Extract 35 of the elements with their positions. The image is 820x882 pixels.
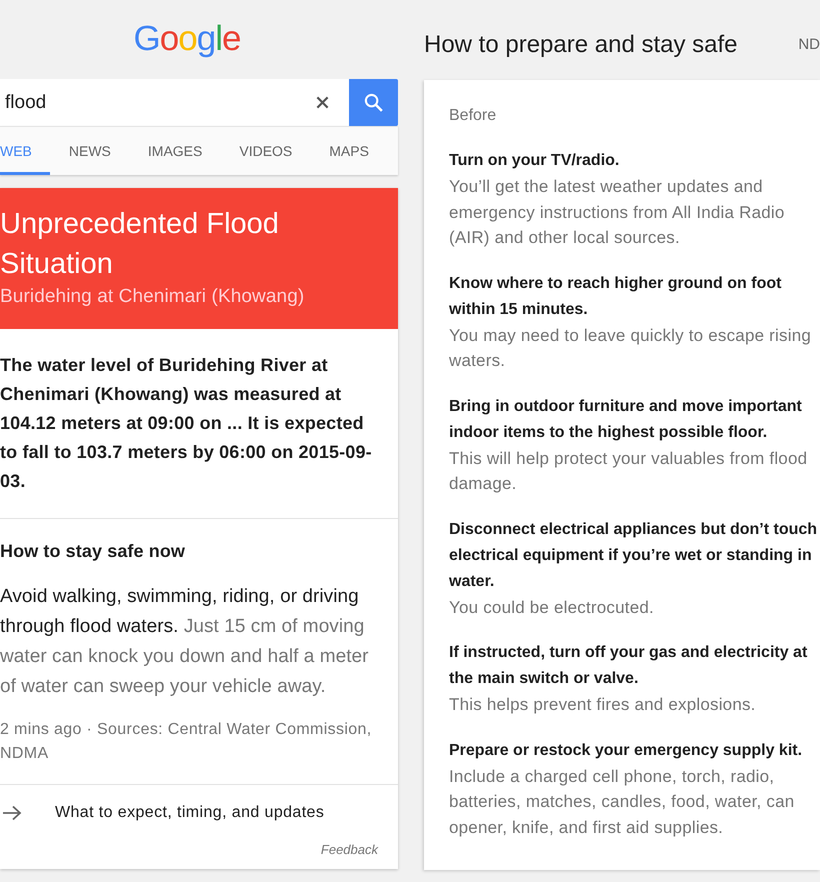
tab[interactable]: WEB <box>0 127 50 175</box>
more-info-link[interactable]: What to expect, timing, and updates <box>0 785 398 841</box>
arrow-icon <box>2 805 22 821</box>
step-title: Disconnect electrical appliances but don’t touch electrical equipment if you’re wet or standing in water. <box>449 520 818 592</box>
section-title: How to prepare and stay safe <box>424 30 738 60</box>
tab[interactable]: IMAGES <box>129 127 221 175</box>
step-detail: This helps prevent fires and explosions. <box>449 694 757 716</box>
search-icon <box>364 93 383 112</box>
step-detail: This will help protect your valuables from flood damage. <box>449 448 808 495</box>
step-title: Turn on your TV/radio. <box>449 151 620 171</box>
safety-advice: Avoid walking, swimming, riding, or driving through flood waters. Just 15 cm of moving water can knock you down and half a meter of water can sweep your vehicle away. <box>0 585 370 699</box>
cut-off-label: ND <box>798 35 820 55</box>
search-button[interactable] <box>349 79 398 126</box>
clear-button[interactable] <box>309 79 349 126</box>
step-title: Bring in outdoor furniture and move important indoor items to the highest possible floor. <box>449 396 803 442</box>
tab[interactable]: VIDEOS <box>220 127 311 175</box>
close-icon <box>316 96 329 109</box>
google-logo: Google <box>134 18 240 60</box>
step-title: Prepare or restock your emergency supply kit. <box>449 740 804 760</box>
step-detail: You could be electrocuted. <box>449 596 655 618</box>
search-field[interactable]: flood <box>0 79 309 126</box>
alert-title: Unprecedented Flood Situation <box>0 207 280 282</box>
section-heading: How to stay safe now <box>0 540 186 563</box>
alert-summary: The water level of Buridehing River at Chenimari (Khowang) was measured at 104.12 meters at 09:00 on ... It is expected to fall to 103.7 meters by 06:00 on 2015-09-03. <box>0 354 373 493</box>
step-detail: You’ll get the latest weather updates and emergency instructions from All India Radio (AIR) and other local sources. <box>449 176 786 249</box>
tab[interactable]: NEWS <box>50 127 130 175</box>
step-detail: You may need to leave quickly to escape rising waters. <box>449 324 812 372</box>
step-title: If instructed, turn off your gas and electricity at the main switch or valve. <box>449 643 808 689</box>
sources-text: 2 mins ago · Sources: Central Water Commission, NDMA <box>0 720 373 764</box>
phase-label: Before <box>449 106 498 126</box>
step-title: Know where to reach higher ground on foot within 15 minutes. <box>449 274 782 320</box>
tab[interactable]: MAPS <box>310 127 388 175</box>
alert-location: Buridehing at Chenimari (Khowang) <box>0 285 306 309</box>
feedback-link[interactable]: Feedback <box>320 841 378 859</box>
step-detail: Include a charged cell phone, torch, radio, batteries, matches, candles, food, water, can opener, knife, and first aid supplies. <box>449 766 796 838</box>
